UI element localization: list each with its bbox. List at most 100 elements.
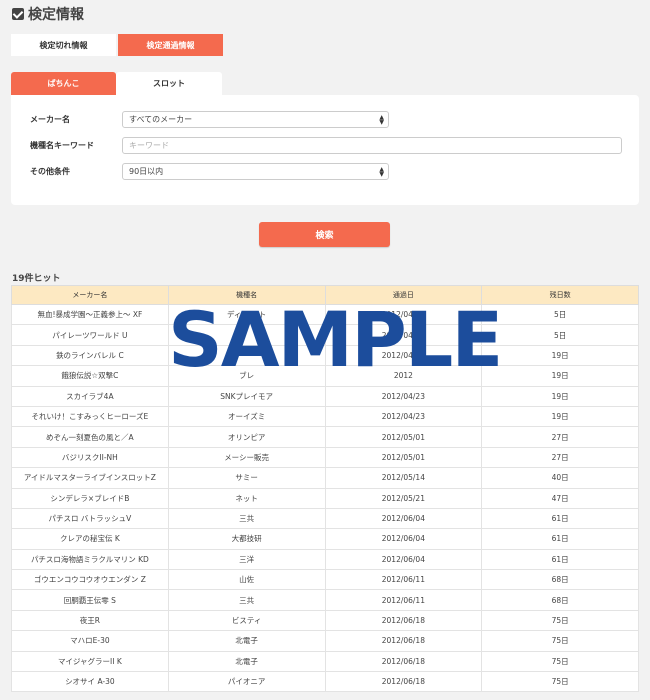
table-row[interactable]: 回胴覇王伝零 S 三共 2012/06/11 68日 [11, 589, 639, 611]
cell-pass-date: 2012/05/14 [324, 467, 483, 489]
keyword-input[interactable] [122, 136, 622, 154]
cell-pass-date: 2012/06/04 [324, 528, 483, 550]
cell-model: 三洋 [167, 548, 326, 571]
col-model[interactable]: 機種名 [167, 285, 326, 305]
cell-model: サミー [167, 467, 326, 489]
cell-pass-date: 2012 [324, 365, 483, 387]
cell-maker: マハロE-30 [11, 630, 169, 652]
cell-model: ブレ [167, 365, 326, 387]
cell-model: 三共 [167, 507, 326, 530]
maker-select[interactable]: すべてのメーカー ▲ ▼ [122, 110, 389, 128]
table-row[interactable]: 無血!暴成学園〜正義参上〜 XF ディ ライト 2012/04/09 5日 [11, 303, 639, 326]
other-select[interactable]: 90日以内 ▲ ▼ [122, 162, 389, 180]
table-row[interactable]: アイドルマスターライブインスロットZ サミー 2012/05/14 40日 [11, 467, 639, 489]
cell-days-left: 68日 [481, 589, 639, 611]
tab-expired-info[interactable]: 検定切れ情報 [11, 34, 116, 56]
cell-days-left: 75日 [481, 671, 639, 693]
cell-pass-date: 2012/06/11 [324, 569, 483, 591]
table-row[interactable]: それいけ！こすみっくヒーローズE オーイズミ 2012/04/23 19日 [11, 405, 639, 428]
cell-maker: スカイラブ4A [11, 385, 169, 407]
cell-days-left: 75日 [481, 609, 639, 632]
table-row[interactable]: マイジャグラーII K 北電子 2012/06/18 75日 [11, 650, 639, 673]
maker-select-value: すべてのメーカー [129, 114, 193, 124]
cell-model: メーシー販売 [167, 446, 326, 469]
top-tabs: 検定切れ情報 検定通過情報 [11, 34, 225, 56]
col-days-left[interactable]: 残日数 [481, 285, 639, 305]
table-row[interactable]: クレアの秘宝伝 K 大都技研 2012/06/04 61日 [11, 528, 639, 550]
table-row[interactable]: ゴウエンコウコウオウエンダン Z 山佐 2012/06/11 68日 [11, 569, 639, 591]
cell-maker: パイレーツワールド U [11, 324, 169, 346]
page-title: 検定情報 [28, 7, 84, 23]
cell-model: パイオニア [167, 671, 326, 693]
table-row[interactable]: パイレーツワールド U 2012/04/09 5日 [11, 324, 639, 346]
table-row[interactable]: シオサイ A-30 パイオニア 2012/06/18 75日 [11, 671, 639, 693]
search-button[interactable]: 検索 [259, 222, 390, 247]
cell-days-left: 61日 [481, 507, 639, 530]
cell-maker: 無血!暴成学園〜正義参上〜 XF [11, 303, 169, 326]
select-arrows-icon: ▲ ▼ [379, 113, 384, 126]
cell-days-left: 19日 [481, 365, 639, 387]
table-row[interactable]: パチスロ バトラッシュV 三共 2012/06/04 61日 [11, 507, 639, 530]
cell-days-left: 19日 [481, 405, 639, 428]
cell-pass-date: 2012/06/18 [324, 630, 483, 652]
table-row[interactable]: スカイラブ4A SNKプレイモア 2012/04/23 19日 [11, 385, 639, 407]
tab-pachinko[interactable]: ぱちんこ [11, 72, 116, 95]
cell-pass-date: 2012/06/11 [324, 589, 483, 611]
table-header-row: メーカー名 機種名 通過日 残日数 [11, 285, 639, 305]
tab-passed-info[interactable]: 検定通過情報 [118, 34, 223, 56]
cell-days-left: 75日 [481, 650, 639, 673]
page-header: 検定情報 [12, 4, 84, 24]
checkbox-icon [12, 8, 24, 20]
maker-row: メーカー名 すべてのメーカー ▲ ▼ [11, 109, 639, 129]
cell-pass-date: 2012/04/09 [324, 324, 483, 346]
cell-pass-date: 2012/05/01 [324, 426, 483, 448]
cell-maker: 夜王R [11, 609, 169, 632]
cell-maker: パチスロ海物語ミラクルマリン KD [11, 548, 169, 571]
select-arrows-icon: ▲ ▼ [379, 165, 384, 178]
cell-days-left: 47日 [481, 487, 639, 509]
cell-pass-date: 2012/04/23 [324, 385, 483, 407]
cell-model: 北電子 [167, 650, 326, 673]
cell-model: ディ ライト [167, 303, 326, 326]
tab-slot[interactable]: スロット [116, 72, 222, 95]
other-row: その他条件 90日以内 ▲ ▼ [11, 161, 639, 181]
cell-days-left: 61日 [481, 548, 639, 571]
cell-model: オリンピア [167, 426, 326, 448]
cell-days-left: 75日 [481, 630, 639, 652]
table-row[interactable]: シンデレラ×ブレイドB ネット 2012/05/21 47日 [11, 487, 639, 509]
table-row[interactable]: バジリスクII-NH メーシー販売 2012/05/01 27日 [11, 446, 639, 469]
cell-days-left: 27日 [481, 446, 639, 469]
cell-maker: マイジャグラーII K [11, 650, 169, 673]
table-row[interactable]: パチスロ海物語ミラクルマリン KD 三洋 2012/06/04 61日 [11, 548, 639, 571]
cell-maker: クレアの秘宝伝 K [11, 528, 169, 550]
table-row[interactable]: めぞん一刻夏色の風と／A オリンピア 2012/05/01 27日 [11, 426, 639, 448]
cell-model: ビスティ [167, 609, 326, 632]
table-row[interactable]: 鉄のラインバレル C 2012/04/23 19日 [11, 344, 639, 367]
cell-pass-date: 2012/05/21 [324, 487, 483, 509]
col-maker[interactable]: メーカー名 [11, 285, 169, 305]
cell-maker: ゴウエンコウコウオウエンダン Z [11, 569, 169, 591]
other-select-value: 90日以内 [129, 166, 164, 176]
search-panel: メーカー名 すべてのメーカー ▲▼ 機種名キーワード その他条件 90日以内 ▲… [11, 95, 639, 205]
cell-pass-date: 2012/04/09 [324, 303, 483, 326]
cell-days-left: 5日 [481, 303, 639, 326]
table-row[interactable]: マハロE-30 北電子 2012/06/18 75日 [11, 630, 639, 652]
cell-model: 山佐 [167, 569, 326, 591]
table-row[interactable]: 夜王R ビスティ 2012/06/18 75日 [11, 609, 639, 632]
cell-maker: 回胴覇王伝零 S [11, 589, 169, 611]
table-row[interactable]: 餓狼伝説☆双撃C ブレ 2012 19日 [11, 365, 639, 387]
cell-pass-date: 2012/06/18 [324, 671, 483, 693]
cell-maker: シオサイ A-30 [11, 671, 169, 693]
cell-days-left: 61日 [481, 528, 639, 550]
cell-maker: バジリスクII-NH [11, 446, 169, 469]
cell-days-left: 40日 [481, 467, 639, 489]
cell-maker: それいけ！こすみっくヒーローズE [11, 405, 169, 428]
cell-pass-date: 2012/04/23 [324, 405, 483, 428]
results-table: メーカー名 機種名 通過日 残日数 無血!暴成学園〜正義参上〜 XF ディ ライト… [11, 285, 639, 693]
cell-maker: パチスロ バトラッシュV [11, 507, 169, 530]
cell-days-left: 5日 [481, 324, 639, 346]
cell-days-left: 19日 [481, 385, 639, 407]
cell-pass-date: 2012/04/23 [324, 344, 483, 367]
other-label: その他条件 [30, 166, 70, 176]
col-pass-date[interactable]: 通過日 [324, 285, 483, 305]
